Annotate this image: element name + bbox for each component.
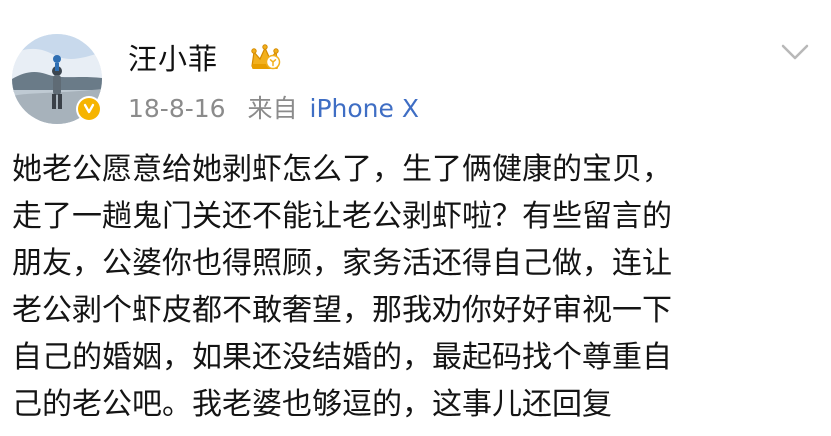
source-label: 来自 xyxy=(247,94,298,123)
crown-badge-icon xyxy=(248,42,282,72)
avatar-container[interactable] xyxy=(12,34,102,124)
content-line-4: 老公剥个虾皮都不敢奢望，那我劝你好好审视一下 xyxy=(12,293,672,328)
post-meta: 18-8-16 来自 iPhone X xyxy=(128,93,419,125)
post-date: 18-8-16 xyxy=(128,94,226,123)
content-line-1: 她老公愿意给她剥虾怎么了，生了俩健康的宝贝， xyxy=(12,152,672,187)
content-line-5: 自己的婚姻，如果还没结婚的，最起码找个尊重自 xyxy=(12,340,672,375)
post-content: 她老公愿意给她剥虾怎么了，生了俩健康的宝贝， 走了一趟鬼门关还不能让老公剥虾啦？… xyxy=(12,146,824,428)
device-link[interactable]: iPhone X xyxy=(310,94,419,123)
author-name[interactable]: 汪小菲 xyxy=(128,40,218,78)
content-line-6: 己的老公吧。我老婆也够逗的，这事儿还回复 xyxy=(12,387,612,422)
chevron-down-icon[interactable] xyxy=(777,38,813,66)
verified-badge-icon xyxy=(78,98,100,120)
content-line-2: 走了一趟鬼门关还不能让老公剥虾啦？有些留言的 xyxy=(12,199,672,234)
verified-badge xyxy=(76,96,102,122)
content-line-3: 朋友，公婆你也得照顾，家务活还得自己做，连让 xyxy=(12,246,672,281)
